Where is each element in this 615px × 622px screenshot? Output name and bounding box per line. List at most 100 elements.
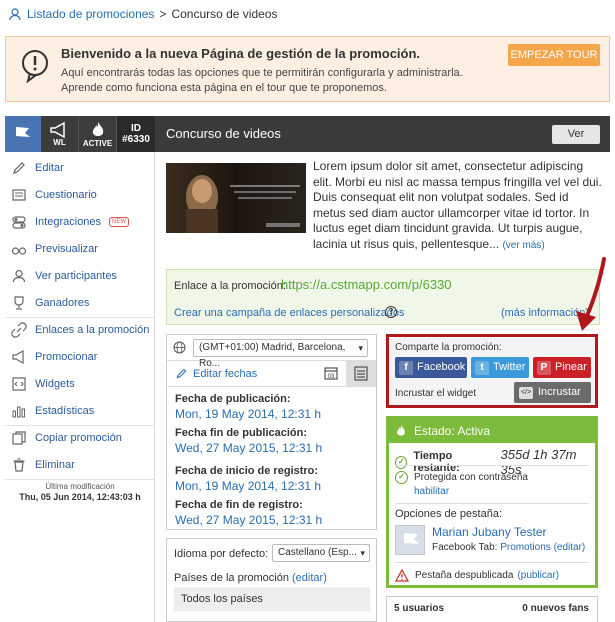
active-label: ACTIVE (82, 138, 113, 148)
publication-end: Fecha fin de publicación: Wed, 27 May 20… (175, 427, 322, 455)
breadcrumb-parent-link[interactable]: Listado de promociones (27, 7, 154, 21)
facebook-share-button[interactable]: f Facebook (395, 357, 467, 378)
promotion-link-panel: Enlace a la promoción: https://a.cstmapp… (166, 269, 600, 325)
warning-icon (395, 569, 409, 582)
promotion-status-bar: WL ACTIVE ID #6330 (5, 116, 155, 152)
enable-password-link[interactable]: habilitar (414, 486, 449, 497)
countries-label: Países de la promoción (174, 572, 289, 584)
copy-icon (12, 430, 26, 445)
id-label: ID (131, 123, 141, 134)
unpublished-text: Pestaña despublicada (415, 570, 514, 581)
start-tour-button[interactable]: EMPEZAR TOUR (508, 44, 600, 66)
user-icon (12, 269, 26, 282)
twitter-icon: t (475, 360, 489, 375)
share-panel: Comparte la promoción: f Facebook t Twit… (386, 334, 598, 408)
user-icon (9, 8, 21, 21)
white-label-tile[interactable]: WL (41, 116, 79, 152)
language-select[interactable]: Castellano (Esp... ▾ (272, 544, 370, 562)
megaphone-icon (12, 349, 24, 364)
flag-tile[interactable] (5, 116, 41, 152)
pinterest-icon: P (537, 360, 551, 375)
sidebar-item-ganadores[interactable]: Ganadores (5, 289, 155, 316)
help-icon[interactable]: ? (385, 306, 397, 318)
promotion-url-link[interactable]: https://a.cstmapp.com/p/6330 (281, 277, 452, 292)
glasses-icon (11, 246, 27, 255)
status-panel: Estado: Activa ✓ Tiempo restante: 355d 1… (386, 416, 598, 588)
tab-options-label: Opciones de pestaña: (395, 508, 503, 520)
sidebar-item-label: Previsualizar (35, 242, 98, 255)
password-text: Protegida con contraseña (414, 472, 528, 483)
breadcrumb-separator: > (159, 7, 167, 21)
unpublished-row: Pestaña despublicada (publicar) (395, 569, 559, 582)
sidebar-item-copiar[interactable]: Copiar promoción (5, 424, 155, 451)
registration-start-label: Fecha de inicio de registro: (175, 465, 319, 477)
sidebar-item-eliminar[interactable]: Eliminar (5, 451, 155, 478)
users-count: 5 usuarios (394, 603, 445, 614)
title-bar: Concurso de videos Ver (155, 116, 610, 152)
alert-bubble-icon (22, 50, 48, 83)
sidebar-item-ver-participantes[interactable]: Ver participantes (5, 262, 155, 289)
promotions-link[interactable]: Promotions (500, 542, 551, 553)
calendar-day: 03 (328, 374, 335, 380)
dates-panel: (GMT+01:00) Madrid, Barcelona, Ro... ▾ E… (166, 334, 377, 530)
sidebar-item-previsualizar[interactable]: Previsualizar (5, 235, 155, 262)
sidebar-item-label: Estadísticas (35, 404, 95, 417)
welcome-banner: Bienvenido a la nueva Página de gestión … (5, 36, 610, 102)
timezone-select[interactable]: (GMT+01:00) Madrid, Barcelona, Ro... ▾ (193, 339, 368, 369)
edit-dates-label: Editar fechas (193, 367, 258, 380)
tab-user-link[interactable]: Marian Jubany Tester (432, 525, 585, 539)
pinterest-share-button[interactable]: P Pinear (533, 357, 591, 378)
twitter-share-button[interactable]: t Twitter (471, 357, 529, 378)
countries-value: Todos los países (174, 587, 370, 611)
last-modified-label: Última modificación (45, 482, 115, 491)
sidebar-item-label: Ver participantes (35, 269, 117, 282)
facebook-label: Facebook (417, 361, 466, 373)
sidebar-item-widgets[interactable]: Widgets (5, 370, 155, 397)
flag-icon (404, 533, 419, 551)
sidebar-item-editar[interactable]: Editar (5, 154, 155, 181)
sidebar-item-cuestionario[interactable]: Cuestionario (5, 181, 155, 208)
sidebar-item-estadisticas[interactable]: Estadísticas (5, 397, 155, 424)
create-campaign-link[interactable]: Crear una campaña de enlaces personaliza… (174, 307, 405, 319)
wl-label: WL (53, 137, 66, 147)
promotion-link-label: Enlace a la promoción: (174, 280, 286, 292)
calendar-view-icon[interactable]: 03 (324, 366, 338, 380)
tab-edit-link[interactable]: (editar) (554, 542, 586, 553)
registration-end: Fecha de fin de registro: Wed, 27 May 20… (175, 499, 322, 527)
sidebar-item-label: Promocionar (35, 350, 98, 363)
globe-icon (173, 341, 186, 354)
chevron-down-icon: ▾ (360, 548, 365, 558)
sidebar: Editar Cuestionario Integraciones NEW Pr… (5, 152, 155, 622)
status-divider (395, 562, 589, 563)
breadcrumb: Listado de promociones > Concurso de vid… (8, 5, 278, 23)
publication-end-value: Wed, 27 May 2015, 12:31 h (175, 441, 323, 455)
pencil-icon (13, 161, 25, 174)
embed-button[interactable]: </> Incrustar (514, 382, 591, 403)
active-tile[interactable]: ACTIVE (79, 116, 117, 152)
sidebar-item-label: Editar (35, 161, 64, 174)
sidebar-item-label: Eliminar (35, 458, 75, 471)
sidebar-item-promocionar[interactable]: Promocionar (5, 343, 155, 370)
status-divider (395, 465, 589, 466)
bar-chart-icon (12, 406, 25, 417)
pencil-icon (176, 368, 187, 379)
promotion-thumbnail (166, 163, 306, 233)
check-circle-icon: ✓ (395, 471, 408, 484)
sidebar-item-enlaces[interactable]: Enlaces a la promoción (5, 316, 155, 343)
publish-link[interactable]: (publicar) (517, 570, 559, 581)
embed-button-label: Incrustar (538, 386, 581, 398)
publication-start-value: Mon, 19 May 2014, 12:31 h (175, 407, 322, 421)
embed-widget-label: Incrustar el widget (395, 388, 477, 399)
edit-dates-link[interactable]: Editar fechas (175, 367, 257, 380)
edit-dates-row: Editar fechas 03 (167, 361, 376, 387)
list-icon (354, 366, 368, 381)
countries-edit-link[interactable]: (editar) (292, 572, 327, 584)
twitter-label: Twitter (493, 361, 526, 373)
list-view-button[interactable] (346, 361, 376, 386)
registration-start-value: Mon, 19 May 2014, 12:31 h (175, 479, 322, 493)
sidebar-item-label: Copiar promoción (35, 431, 122, 444)
password-row: ✓ Protegida con contraseña (395, 471, 528, 484)
view-button[interactable]: Ver (552, 125, 600, 144)
sidebar-item-integraciones[interactable]: Integraciones NEW (5, 208, 155, 235)
see-more-link[interactable]: (ver más) (502, 240, 544, 251)
